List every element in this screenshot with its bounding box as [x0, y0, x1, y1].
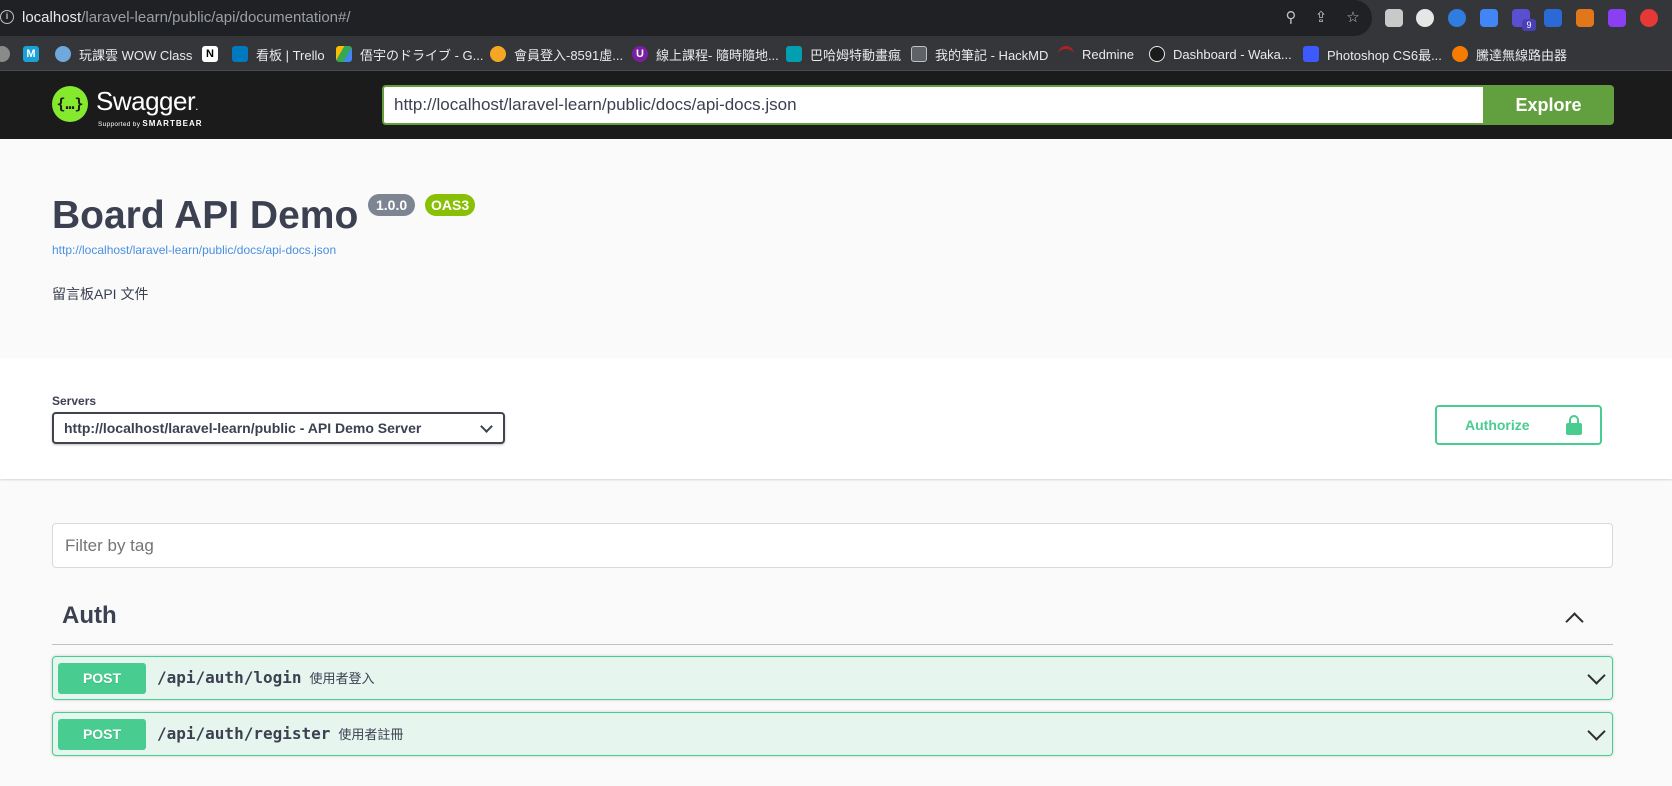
bookmark-label: 我的筆記 - HackMD — [935, 47, 1049, 63]
bookmark-label: 巴哈姆特動畫瘋 — [810, 47, 902, 63]
opblock-post-login[interactable]: POST /api/auth/login 使用者登入 — [52, 656, 1613, 700]
bookmark-label: Redmine — [1082, 46, 1135, 62]
bookmark-item[interactable]: 看板 | Trello — [232, 45, 325, 63]
chevron-down-icon[interactable] — [1587, 722, 1606, 741]
extension-8-icon[interactable] — [1608, 9, 1626, 27]
opblock-post-register[interactable]: POST /api/auth/register 使用者註冊 — [52, 712, 1613, 756]
bookmark-star-icon[interactable]: ☆ — [1344, 9, 1362, 27]
path-text: /api/auth/login — [157, 668, 302, 687]
servers-label: Servers — [52, 394, 97, 408]
chevron-up-icon[interactable] — [1565, 612, 1584, 631]
bookmark-label: 看板 | Trello — [256, 47, 325, 63]
extension-badge: 9 — [1522, 19, 1536, 31]
bookmark-label: 會員登入-8591虛... — [514, 47, 624, 63]
wakatime-icon — [1149, 46, 1165, 62]
spec-link[interactable]: http://localhost/laravel-learn/public/do… — [52, 243, 336, 257]
hackmd-icon — [911, 46, 927, 62]
api-title: Board API Demo — [52, 194, 359, 237]
logo-subtitle: Supported by SMARTBEAR — [98, 119, 203, 128]
bookmark-item[interactable]: Photoshop CS6最... — [1303, 45, 1442, 63]
bookmark-item[interactable] — [0, 45, 18, 63]
bookmark-label: Dashboard - Waka... — [1173, 46, 1292, 62]
chevron-down-icon — [480, 420, 493, 433]
bookmark-item[interactable]: 會員登入-8591虛... — [490, 45, 623, 63]
oas-badge: OAS3 — [425, 194, 476, 216]
extension-6-icon[interactable] — [1544, 9, 1562, 27]
trello-icon — [232, 46, 248, 62]
tenda-icon — [1452, 46, 1468, 62]
api-description: 留言板API 文件 — [52, 286, 149, 302]
share-icon[interactable]: ⇪ — [1312, 9, 1330, 27]
api-info: Board API Demo 1.0.0 OAS3 http://localho… — [0, 139, 1672, 358]
url-host: localhost — [22, 9, 82, 26]
m-icon: M — [23, 46, 39, 62]
spec-url-input[interactable]: http://localhost/laravel-learn/public/do… — [382, 85, 1483, 125]
site-info-icon[interactable]: i — [0, 10, 14, 24]
bookmark-item[interactable]: 玩課雲 WOW Class — [55, 45, 192, 63]
bookmark-label: 線上課程- 隨時隨地... — [656, 47, 779, 63]
logo-wordmark: Swagger — [96, 86, 196, 116]
logo-tm: . — [195, 99, 198, 113]
photoshop-icon — [1303, 46, 1319, 62]
operation-summary: 使用者登入 — [309, 672, 375, 687]
bookmark-item[interactable]: 巴哈姆特動畫瘋 — [786, 45, 901, 63]
method-badge: POST — [58, 719, 146, 750]
bookmark-label: Photoshop CS6最... — [1327, 47, 1442, 63]
explore-button[interactable]: Explore — [1483, 85, 1614, 125]
logo-sub-brand: SMARTBEAR — [142, 119, 203, 128]
bookmark-item[interactable]: Redmine — [1058, 45, 1134, 63]
notion-icon: N — [202, 46, 218, 62]
lock-icon — [1566, 415, 1582, 435]
tag-title: Auth — [62, 602, 117, 629]
course-icon: U — [632, 46, 648, 62]
logo-sub-prefix: Supported by — [98, 121, 141, 128]
bookmark-item[interactable]: M — [23, 45, 47, 63]
scheme-container: Servers http://localhost/laravel-learn/p… — [0, 358, 1672, 479]
8591-icon — [490, 46, 506, 62]
zoom-icon[interactable]: ⚲ — [1282, 9, 1300, 27]
wowclass-icon — [55, 46, 71, 62]
bookmark-item[interactable]: Dashboard - Waka... — [1149, 45, 1292, 63]
authorize-label: Authorize — [1465, 417, 1530, 433]
bookmark-folder-icon — [0, 46, 10, 62]
bookmark-item[interactable]: U 線上課程- 隨時隨地... — [632, 45, 779, 63]
metamask-icon[interactable] — [1576, 9, 1594, 27]
bookmarks-bar: M 玩課雲 WOW Class N 看板 | Trello 俉宇のドライブ - … — [0, 36, 1672, 71]
bookmark-item[interactable]: 我的筆記 - HackMD — [911, 45, 1048, 63]
method-badge: POST — [58, 663, 146, 694]
bookmark-label: 騰達無線路由器 — [1476, 47, 1568, 63]
bookmark-item[interactable]: 俉宇のドライブ - G... — [336, 45, 484, 63]
swagger-logo-text[interactable]: Swagger. — [96, 86, 198, 117]
servers-select[interactable]: http://localhost/laravel-learn/public - … — [52, 412, 505, 444]
bookmark-item[interactable]: N — [202, 45, 226, 63]
filter-by-tag-input[interactable]: Filter by tag — [52, 523, 1613, 568]
swagger-logo-icon[interactable]: {…} — [52, 86, 88, 122]
authorize-button[interactable]: Authorize — [1435, 405, 1602, 445]
bookmark-label: 俉宇のドライブ - G... — [360, 47, 484, 63]
browser-toolbar: i localhost/laravel-learn/public/api/doc… — [0, 0, 1672, 36]
address-bar[interactable]: i localhost/laravel-learn/public/api/doc… — [0, 0, 1372, 36]
google-translate-icon[interactable] — [1480, 9, 1498, 27]
address-url[interactable]: localhost/laravel-learn/public/api/docum… — [22, 9, 351, 26]
servers-selected-value: http://localhost/laravel-learn/public - … — [64, 420, 422, 436]
operation-summary: 使用者註冊 — [338, 728, 404, 743]
extension-2-icon[interactable] — [1416, 9, 1434, 27]
google-drive-icon — [336, 46, 352, 62]
redmine-icon — [1058, 46, 1074, 62]
path-text: /api/auth/register — [157, 724, 331, 743]
tag-header-auth[interactable]: Auth — [52, 593, 1613, 645]
swagger-topbar: {…} Swagger. Supported by SMARTBEAR http… — [0, 71, 1672, 139]
chevron-down-icon[interactable] — [1587, 666, 1606, 685]
extension-1-icon[interactable] — [1385, 9, 1403, 27]
url-path: /laravel-learn/public/api/documentation#… — [81, 9, 351, 26]
operation-path: /api/auth/login 使用者登入 — [157, 668, 375, 687]
version-badge: 1.0.0 — [368, 194, 416, 216]
extension-9-icon[interactable] — [1640, 9, 1658, 27]
extension-3-icon[interactable] — [1448, 9, 1466, 27]
bookmark-label: 玩課雲 WOW Class — [79, 47, 193, 63]
operation-path: /api/auth/register 使用者註冊 — [157, 724, 403, 743]
bahamut-icon — [786, 46, 802, 62]
bookmark-item[interactable]: 騰達無線路由器 — [1452, 45, 1567, 63]
